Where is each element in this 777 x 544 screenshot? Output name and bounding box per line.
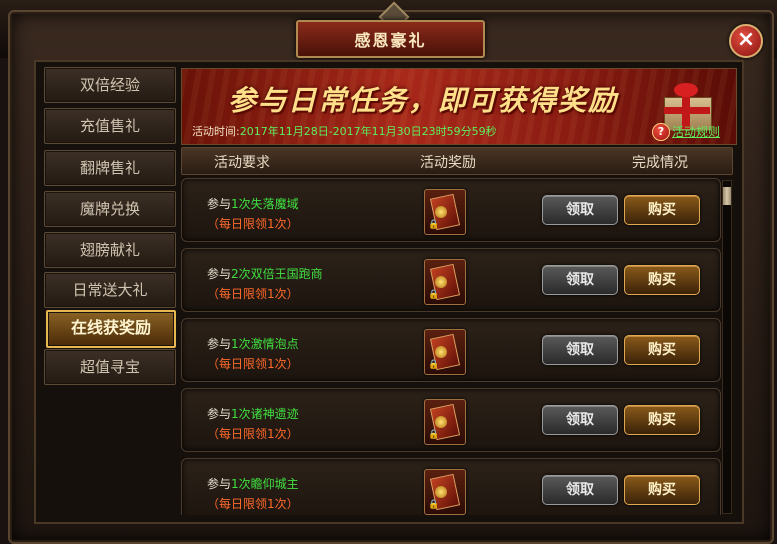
task-requirement: 参与1次瞻仰城主	[207, 475, 299, 492]
reward-card-icon[interactable]: 🔒	[424, 259, 466, 305]
task-prefix: 参与	[207, 337, 232, 351]
lock-icon: 🔒	[428, 360, 440, 370]
reward-coin	[435, 416, 447, 428]
lock-icon: 🔒	[428, 500, 440, 510]
task-row: 参与1次激情泡点 （每日限领1次） 🔒 领取 购买	[181, 318, 721, 382]
task-prefix: 参与	[207, 267, 232, 281]
sidebar-item-wing-gift[interactable]: 翅膀献礼	[44, 232, 176, 268]
sidebar-item-recharge-sale[interactable]: 充值售礼	[44, 108, 176, 144]
task-limit: （每日限领1次）	[207, 427, 299, 441]
buy-button[interactable]: 购买	[624, 475, 700, 505]
task-prefix: 参与	[207, 407, 232, 421]
reward-card-icon[interactable]: 🔒	[424, 189, 466, 235]
lock-icon: 🔒	[428, 430, 440, 440]
task-requirement: 参与1次激情泡点	[207, 335, 299, 352]
window-title-plate: 感恩豪礼	[296, 20, 485, 58]
task-prefix: 参与	[207, 197, 232, 211]
column-header: 活动要求 活动奖励 完成情况	[181, 147, 733, 175]
task-highlight: 1次激情泡点	[231, 337, 299, 351]
task-row: 参与1次瞻仰城主 （每日限领1次） 🔒 领取 购买	[181, 458, 721, 515]
gift-bow	[674, 83, 698, 97]
reward-coin	[435, 206, 447, 218]
gift-ribbon-horizontal	[664, 107, 710, 114]
reward-card-icon[interactable]: 🔒	[424, 329, 466, 375]
reward-coin	[435, 486, 447, 498]
task-highlight: 2次双倍王国跑商	[231, 267, 323, 281]
buy-button[interactable]: 购买	[624, 405, 700, 435]
claim-button[interactable]: 领取	[542, 335, 618, 365]
claim-button[interactable]: 领取	[542, 405, 618, 435]
task-row: 参与1次失落魔域 （每日限领1次） 🔒 领取 购买	[181, 178, 721, 242]
sidebar-item-double-exp[interactable]: 双倍经验	[44, 67, 176, 103]
task-row: 参与1次诸神遗迹 （每日限领1次） 🔒 领取 购买	[181, 388, 721, 452]
sidebar-item-treasure-hunt[interactable]: 超值寻宝	[44, 349, 176, 385]
sidebar-item-online-reward[interactable]: 在线获奖励	[46, 310, 176, 348]
sidebar-item-flip-card-sale[interactable]: 翻牌售礼	[44, 150, 176, 186]
column-status: 完成情况	[632, 155, 688, 171]
event-time-label: 活动时间:	[192, 125, 240, 138]
event-rules-link[interactable]: 活动规则	[672, 123, 720, 140]
reward-card-icon[interactable]: 🔒	[424, 469, 466, 515]
event-banner: 参与日常任务，即可获得奖励 活动时间:2017年11月28日-2017年11月3…	[181, 68, 737, 145]
task-highlight: 1次失落魔域	[231, 197, 299, 211]
banner-headline: 参与日常任务，即可获得奖励	[228, 84, 619, 117]
buy-button[interactable]: 购买	[624, 265, 700, 295]
lock-icon: 🔒	[428, 290, 440, 300]
claim-button[interactable]: 领取	[542, 265, 618, 295]
task-requirement: 参与1次失落魔域	[207, 195, 299, 212]
task-highlight: 1次瞻仰城主	[231, 477, 299, 491]
task-requirement: 参与1次诸神遗迹	[207, 405, 299, 422]
task-prefix: 参与	[207, 477, 232, 491]
task-limit: （每日限领1次）	[207, 217, 299, 231]
column-requirement: 活动要求	[214, 155, 270, 171]
column-reward: 活动奖励	[420, 155, 476, 171]
help-icon[interactable]: ?	[652, 123, 670, 141]
sidebar-item-daily-gift[interactable]: 日常送大礼	[44, 272, 176, 308]
reward-coin	[435, 276, 447, 288]
sidebar-item-magic-card-exchange[interactable]: 魔牌兑换	[44, 191, 176, 227]
scrollbar-thumb[interactable]	[723, 187, 731, 205]
task-requirement: 参与2次双倍王国跑商	[207, 265, 323, 282]
task-row: 参与2次双倍王国跑商 （每日限领1次） 🔒 领取 购买	[181, 248, 721, 312]
reward-card-icon[interactable]: 🔒	[424, 399, 466, 445]
task-limit: （每日限领1次）	[207, 357, 299, 371]
reward-coin	[435, 346, 447, 358]
claim-button[interactable]: 领取	[542, 195, 618, 225]
task-list-scrollbar[interactable]	[722, 180, 732, 514]
task-list: 参与1次失落魔域 （每日限领1次） 🔒 领取 购买 参与2次双倍王国跑商 （每日…	[181, 178, 721, 515]
claim-button[interactable]: 领取	[542, 475, 618, 505]
event-time-value: 2017年11月28日-2017年11月30日23时59分59秒	[239, 125, 497, 138]
event-time: 活动时间:2017年11月28日-2017年11月30日23时59分59秒	[192, 123, 497, 139]
window-title: 感恩豪礼	[354, 31, 427, 50]
lock-icon: 🔒	[428, 220, 440, 230]
task-highlight: 1次诸神遗迹	[231, 407, 299, 421]
buy-button[interactable]: 购买	[624, 195, 700, 225]
buy-button[interactable]: 购买	[624, 335, 700, 365]
close-button[interactable]: ×	[729, 24, 763, 58]
task-limit: （每日限领1次）	[207, 287, 299, 301]
task-limit: （每日限领1次）	[207, 497, 299, 511]
